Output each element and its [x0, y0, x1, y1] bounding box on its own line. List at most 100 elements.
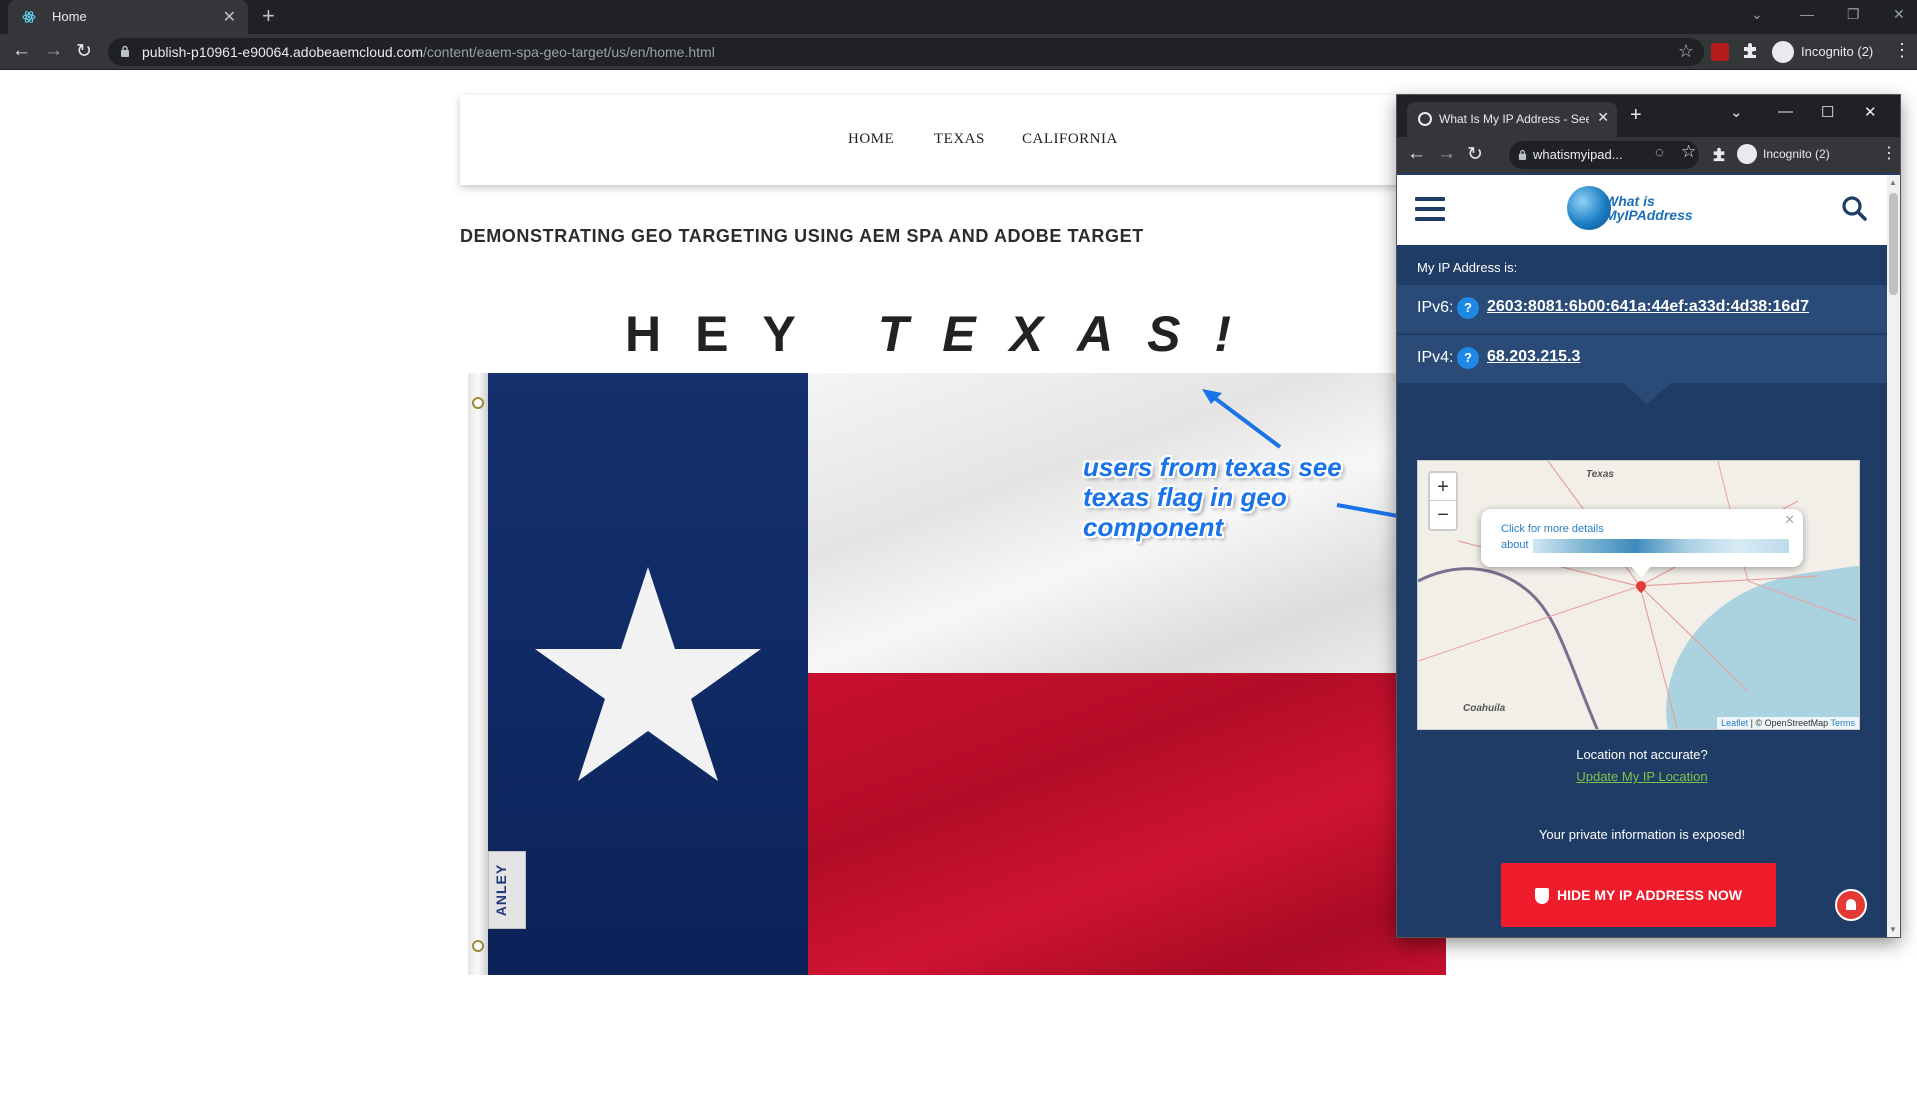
search-icon[interactable]: [1841, 195, 1867, 221]
popup-menu-kebab-icon[interactable]: ⋮: [1881, 143, 1897, 163]
ipv6-value-link[interactable]: 2603:8081:6b00:641a:44ef:a33d:4d38:16d7: [1487, 298, 1809, 316]
hamburger-menu-icon[interactable]: [1415, 197, 1445, 221]
terms-link[interactable]: Terms: [1831, 718, 1856, 728]
browser-tab-home[interactable]: Home ✕: [8, 0, 248, 34]
popup-address-bar[interactable]: whatismyipad...: [1509, 141, 1699, 169]
flag-grommet-top: [472, 397, 484, 409]
leaflet-link[interactable]: Leaflet: [1721, 718, 1748, 728]
popup-incognito-icon: [1737, 144, 1757, 164]
osm-attribution: | © OpenStreetMap: [1750, 718, 1829, 728]
popup-reload-icon[interactable]: ↻: [1467, 143, 1483, 166]
exposed-warning: Your private information is exposed!: [1538, 827, 1746, 842]
page-headline: DEMONSTRATING GEO TARGETING USING AEM SP…: [460, 226, 1144, 246]
map-popup-close-icon[interactable]: ✕: [1784, 512, 1795, 528]
greeting-state: TEXAS!: [877, 306, 1266, 362]
popup-close-tab-icon[interactable]: ✕: [1597, 109, 1609, 126]
scroll-down-arrow-icon[interactable]: ▼: [1889, 925, 1897, 934]
minimize-button[interactable]: —: [1800, 6, 1814, 22]
whatismyip-browser-window: What Is My IP Address - See Your ✕ + ⌄ —…: [1397, 95, 1900, 937]
map-zoom-in-button[interactable]: +: [1430, 473, 1456, 501]
ipv4-value-link[interactable]: 68.203.215.3: [1487, 348, 1580, 366]
puzzle-extensions-icon[interactable]: [1741, 41, 1759, 59]
scroll-thumb[interactable]: [1889, 193, 1898, 295]
new-tab-button[interactable]: +: [262, 3, 275, 29]
ipv4-help-icon[interactable]: ?: [1457, 347, 1479, 369]
forward-arrow-icon[interactable]: →: [44, 40, 63, 62]
browser-tab-strip: Home ✕ + ⌄ — ❐ ✕: [0, 0, 1917, 34]
site-navigation: HOME TEXAS CALIFORNIA: [460, 95, 1400, 185]
hide-ip-button[interactable]: HIDE MY IP ADDRESS NOW: [1501, 863, 1776, 927]
map-popup[interactable]: Click for more details about ✕: [1481, 509, 1803, 578]
map-popup-line2: about: [1501, 539, 1529, 551]
geo-greeting: HEY TEXAS!: [625, 305, 1265, 363]
notification-bell-icon[interactable]: [1835, 889, 1867, 921]
incognito-icon: [1772, 41, 1794, 63]
browser-toolbar: ← → ↻ publish-p10961-e90064.adobeaemclou…: [0, 34, 1917, 70]
popup-profile-label: Incognito (2): [1763, 147, 1830, 161]
ipv6-label: IPv6:: [1417, 299, 1454, 316]
scroll-up-arrow-icon[interactable]: ▲: [1889, 178, 1897, 187]
popup-back-arrow-icon[interactable]: ←: [1407, 143, 1426, 165]
close-tab-icon[interactable]: ✕: [223, 7, 236, 27]
menu-kebab-icon[interactable]: ⋮: [1893, 40, 1911, 61]
extension-shield-icon[interactable]: [1711, 43, 1729, 61]
map-attribution: Leaflet | © OpenStreetMap Terms: [1717, 717, 1859, 729]
reload-icon[interactable]: ↻: [76, 40, 92, 63]
annotation-callout: users from texas see texas flag in geo c…: [1083, 452, 1342, 542]
nav-california-link[interactable]: CALIFORNIA: [1022, 131, 1118, 148]
my-ip-label: My IP Address is:: [1417, 260, 1518, 275]
logo-line2: MyIPAddress: [1605, 207, 1693, 223]
restore-button[interactable]: ❐: [1847, 6, 1860, 23]
tracking-blocked-eye-icon[interactable]: ◌: [1655, 144, 1664, 161]
url-text: publish-p10961-e90064.adobeaemcloud.com/…: [142, 44, 715, 60]
url-path: /content/eaem-spa-geo-target/us/en/home.…: [422, 44, 715, 60]
whatismyip-logo[interactable]: What is MyIPAddress: [1567, 186, 1693, 234]
popup-bookmark-star-icon[interactable]: ☆: [1681, 142, 1696, 162]
nav-texas-link[interactable]: TEXAS: [934, 131, 985, 148]
close-window-button[interactable]: ✕: [1893, 6, 1905, 23]
back-arrow-icon[interactable]: ←: [12, 40, 31, 62]
map-popup-line1: Click for more details: [1501, 523, 1604, 535]
nav-home-link[interactable]: HOME: [848, 131, 894, 148]
map-zoom-out-button[interactable]: −: [1430, 501, 1456, 529]
ipv6-row: IPv6: ? 2603:8081:6b00:641a:44ef:a33d:4d…: [1397, 285, 1887, 333]
ipv6-help-icon[interactable]: ?: [1457, 297, 1479, 319]
popup-forward-arrow-icon[interactable]: →: [1437, 143, 1456, 165]
popup-new-tab-button[interactable]: +: [1630, 104, 1642, 127]
bookmark-star-icon[interactable]: ☆: [1678, 41, 1694, 62]
popup-close-window-button[interactable]: ✕: [1864, 103, 1877, 121]
popup-tab-title: What Is My IP Address - See Your: [1439, 112, 1589, 126]
flag-red-band: [808, 673, 1446, 975]
popup-tab-whatismyip[interactable]: What Is My IP Address - See Your ✕: [1407, 102, 1617, 137]
popup-maximize-button[interactable]: ☐: [1821, 103, 1834, 121]
popup-url-text: whatismyipad...: [1533, 147, 1623, 162]
map-label-coahuila: Coahuila: [1463, 703, 1506, 714]
flag-header-strip: [468, 373, 488, 975]
address-bar[interactable]: publish-p10961-e90064.adobeaemcloud.com/…: [108, 38, 1704, 66]
map-popup-redacted-text: [1533, 539, 1789, 553]
popup-tab-search-icon[interactable]: ⌄: [1730, 103, 1743, 121]
tab-title: Home: [52, 9, 87, 24]
location-map[interactable]: + − Texas Coahuila Click for more detail…: [1417, 460, 1860, 730]
popup-puzzle-extensions-icon[interactable]: [1711, 146, 1727, 162]
greeting-prefix: HEY: [625, 306, 830, 362]
globe-icon: [1418, 112, 1432, 126]
tab-search-icon[interactable]: ⌄: [1751, 6, 1763, 23]
popup-tab-strip: What Is My IP Address - See Your ✕ + ⌄ —…: [1397, 95, 1900, 137]
map-zoom-control: + −: [1428, 471, 1458, 531]
update-location-link[interactable]: Update My IP Location: [1397, 769, 1887, 784]
map-roads: [1418, 461, 1859, 729]
lock-icon: [121, 45, 129, 57]
popup-toolbar: ← → ↻ whatismyipad... ◌ ☆ Incognito (2) …: [1397, 137, 1900, 173]
section-notch: [1622, 382, 1672, 404]
ipv4-label: IPv4:: [1417, 349, 1454, 366]
popup-scrollbar[interactable]: ▲ ▼: [1887, 175, 1900, 937]
ipv4-row: IPv4: ? 68.203.215.3: [1397, 335, 1887, 383]
flag-brand-tag: ANLEY: [488, 851, 526, 929]
flag-grommet-bottom: [472, 940, 484, 952]
react-icon: [22, 11, 36, 23]
map-label-texas: Texas: [1586, 469, 1614, 480]
popup-minimize-button[interactable]: —: [1778, 103, 1793, 120]
profile-label: Incognito (2): [1801, 44, 1874, 59]
popup-lock-icon: [1518, 149, 1527, 160]
